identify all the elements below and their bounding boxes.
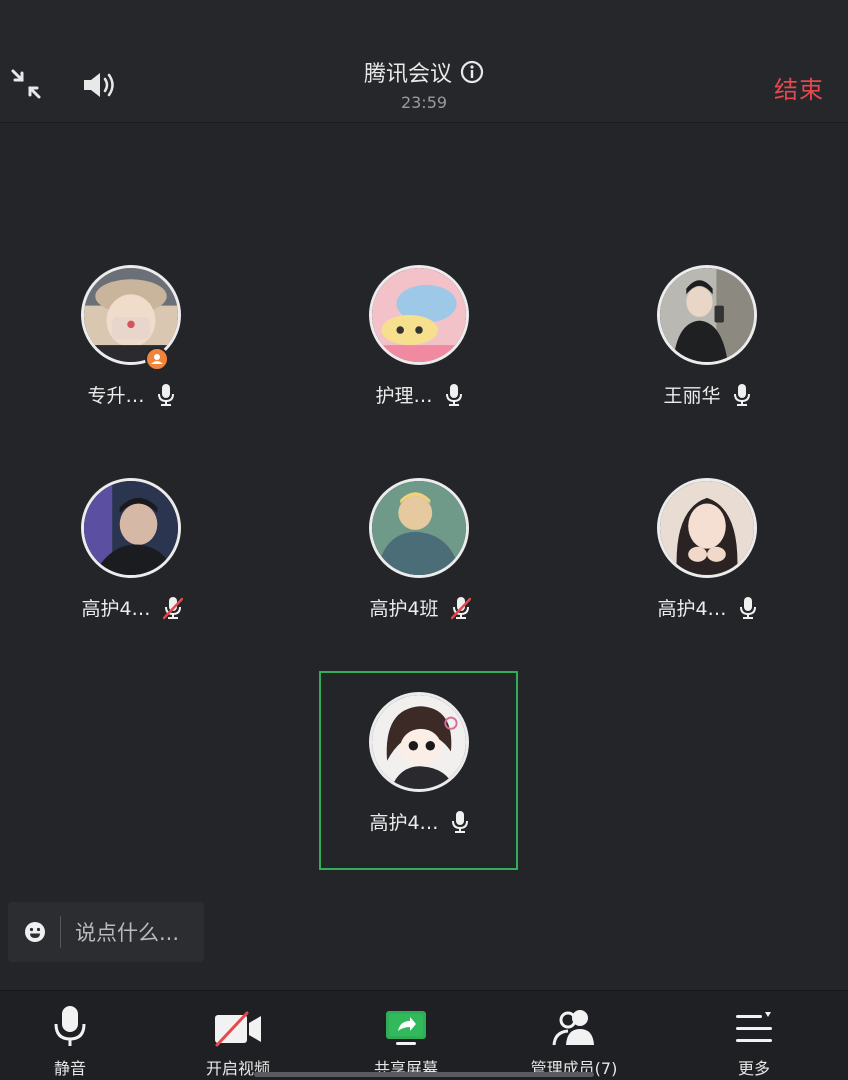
mic-on-icon: [739, 596, 757, 620]
bottom-toolbar: 静音 开启视频 共享屏幕 管理成员(7) 更多: [0, 990, 848, 1080]
emoji-icon[interactable]: [24, 921, 46, 943]
members-icon: [552, 1010, 594, 1046]
participant-name: 专升…: [87, 385, 145, 407]
participant-name: 护理…: [375, 385, 433, 407]
meeting-screen: 腾讯会议 23:59 结束 专升… 护理… 王丽华 高护4… 高护4班 高护4……: [0, 0, 848, 1080]
share-screen-button[interactable]: 共享屏幕: [336, 991, 476, 1080]
more-label: 更多: [737, 1059, 770, 1078]
avatar: [369, 478, 469, 578]
participant-tile[interactable]: 高护4…: [607, 478, 807, 678]
mute-label: 静音: [53, 1059, 86, 1078]
chat-divider: [60, 916, 61, 948]
mic-muted-icon: [162, 596, 183, 620]
chat-placeholder: 说点什么...: [75, 921, 180, 945]
participant-tile[interactable]: 王丽华: [607, 265, 807, 465]
participant-tile[interactable]: 专升…: [31, 265, 231, 465]
participant-name: 高护4…: [657, 598, 727, 620]
participant-name-row: 王丽华: [607, 381, 807, 408]
participant-name: 高护4…: [81, 598, 151, 620]
participant-tile[interactable]: 高护4…: [31, 478, 231, 678]
participant-name: 王丽华: [663, 385, 721, 407]
mute-button[interactable]: 静音: [0, 991, 140, 1080]
mic-on-icon: [157, 383, 175, 407]
host-badge-icon: [145, 347, 169, 371]
participant-tile[interactable]: 高护4班: [319, 478, 519, 678]
microphone-icon: [54, 1006, 86, 1046]
participant-name: 高护4班: [369, 598, 439, 620]
share-screen-icon: [386, 1011, 426, 1045]
participant-tile[interactable]: 护理…: [319, 265, 519, 465]
participant-name-row: 高护4…: [31, 594, 231, 621]
participant-name-row: 高护4…: [607, 594, 807, 621]
avatar: [369, 265, 469, 365]
video-off-icon: [215, 1011, 261, 1047]
more-button[interactable]: 更多: [684, 991, 824, 1080]
meeting-timer: 23:59: [400, 93, 448, 112]
participant-name-row: 专升…: [31, 381, 231, 408]
meeting-title-bar: 腾讯会议: [0, 56, 848, 88]
participant-name-row: 高护4…: [319, 808, 519, 835]
mic-on-icon: [451, 810, 469, 834]
top-bar: 腾讯会议 23:59 结束: [0, 0, 848, 123]
avatar: [369, 692, 469, 792]
participant-name-row: 护理…: [319, 381, 519, 408]
manage-members-button[interactable]: 管理成员(7): [504, 991, 644, 1080]
avatar: [657, 265, 757, 365]
info-icon[interactable]: [460, 60, 484, 84]
chat-input[interactable]: 说点什么...: [8, 902, 204, 962]
more-menu-icon: [736, 1012, 772, 1042]
meeting-title: 腾讯会议: [363, 62, 452, 87]
end-meeting-button[interactable]: 结束: [774, 70, 824, 105]
participant-name: 高护4…: [369, 812, 439, 834]
participant-name-row: 高护4班: [319, 594, 519, 621]
start-video-button[interactable]: 开启视频: [168, 991, 308, 1080]
mic-on-icon: [733, 383, 751, 407]
avatar: [657, 478, 757, 578]
mic-muted-icon: [450, 596, 471, 620]
avatar: [81, 478, 181, 578]
home-indicator[interactable]: [254, 1072, 594, 1077]
mic-on-icon: [445, 383, 463, 407]
participant-tile[interactable]: 高护4…: [319, 692, 519, 892]
